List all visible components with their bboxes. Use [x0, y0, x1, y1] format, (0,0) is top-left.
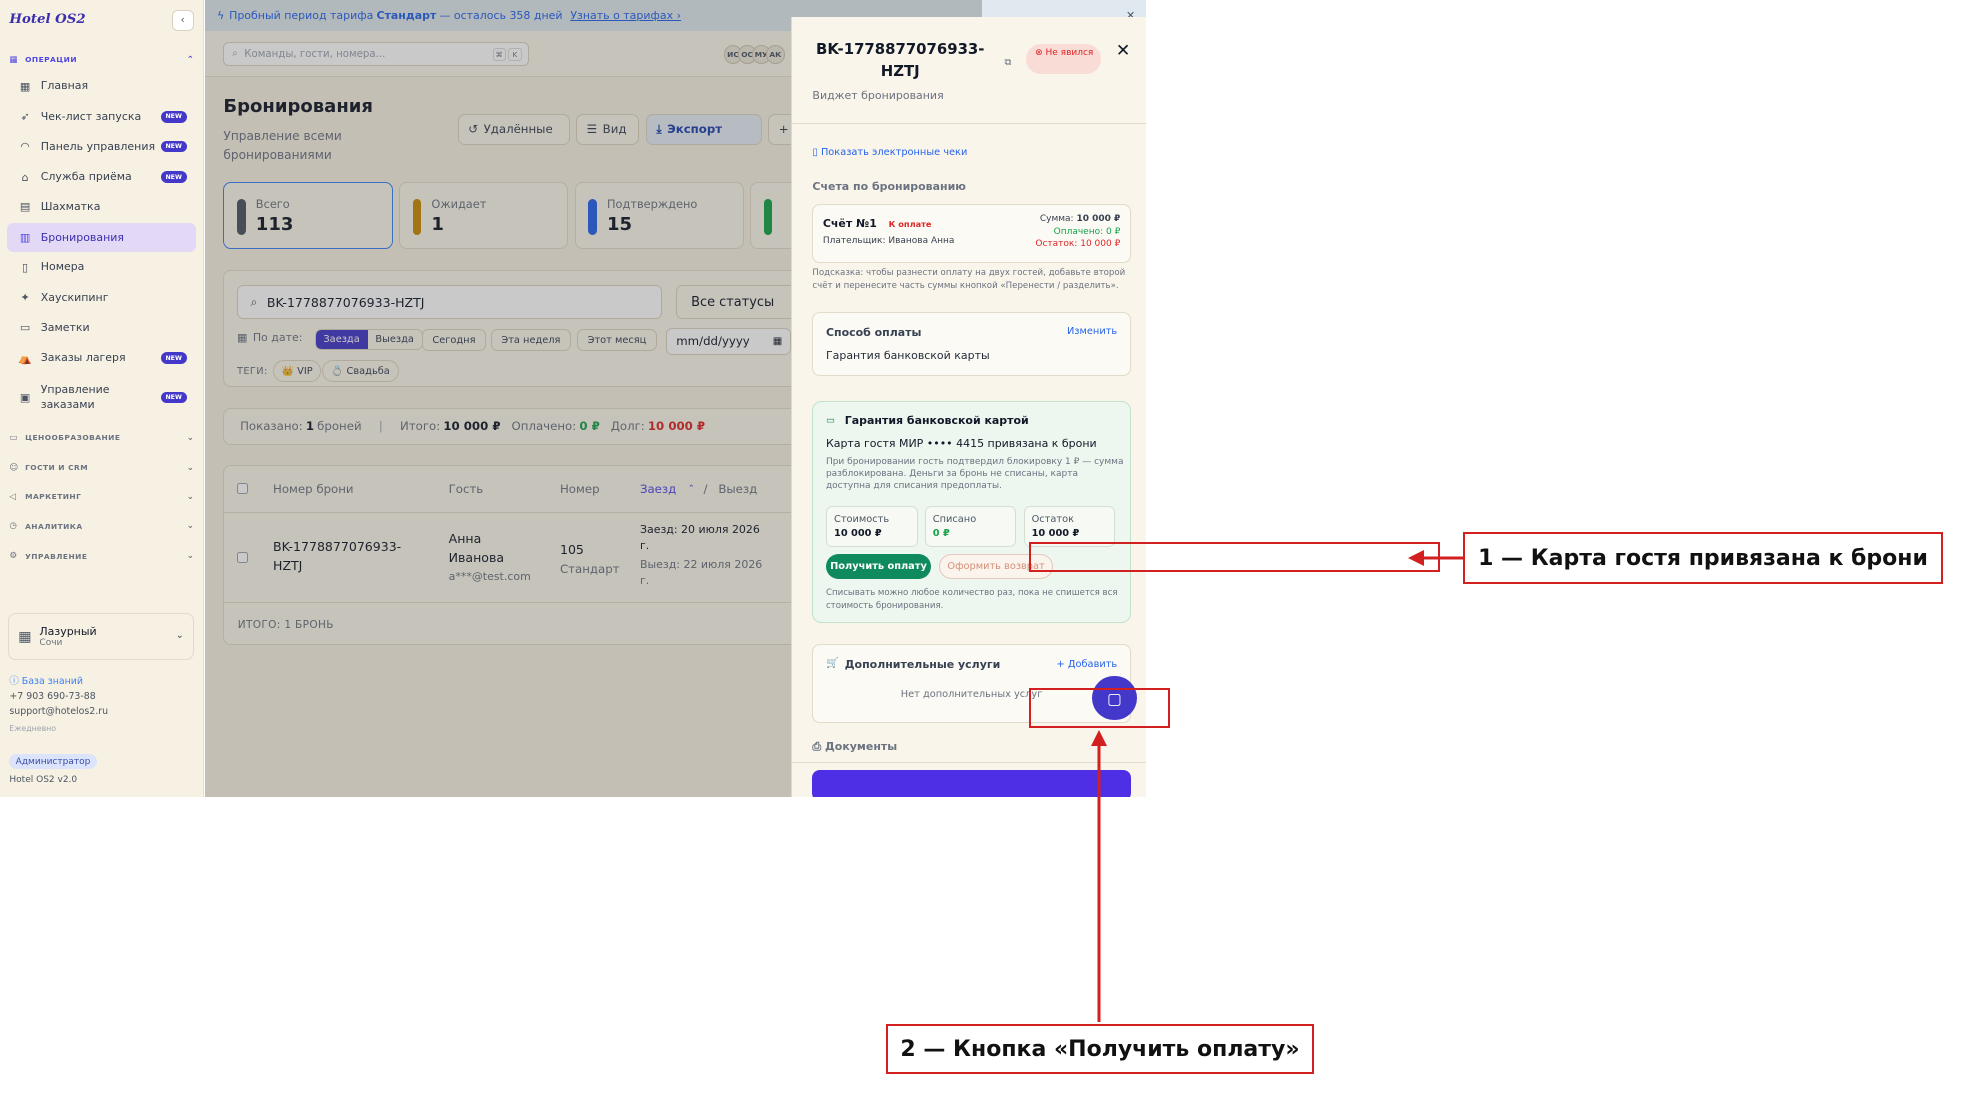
- arrow-1-head: [1408, 550, 1424, 566]
- screenshot-root: Hotel OS2 ‹ ▦ ОПЕРАЦИИ ⌃ ▦ Главная ➶ Чек…: [0, 0, 1966, 1097]
- arrow-2-head: [1091, 730, 1107, 746]
- annotation-arrows: [1091, 550, 1463, 1022]
